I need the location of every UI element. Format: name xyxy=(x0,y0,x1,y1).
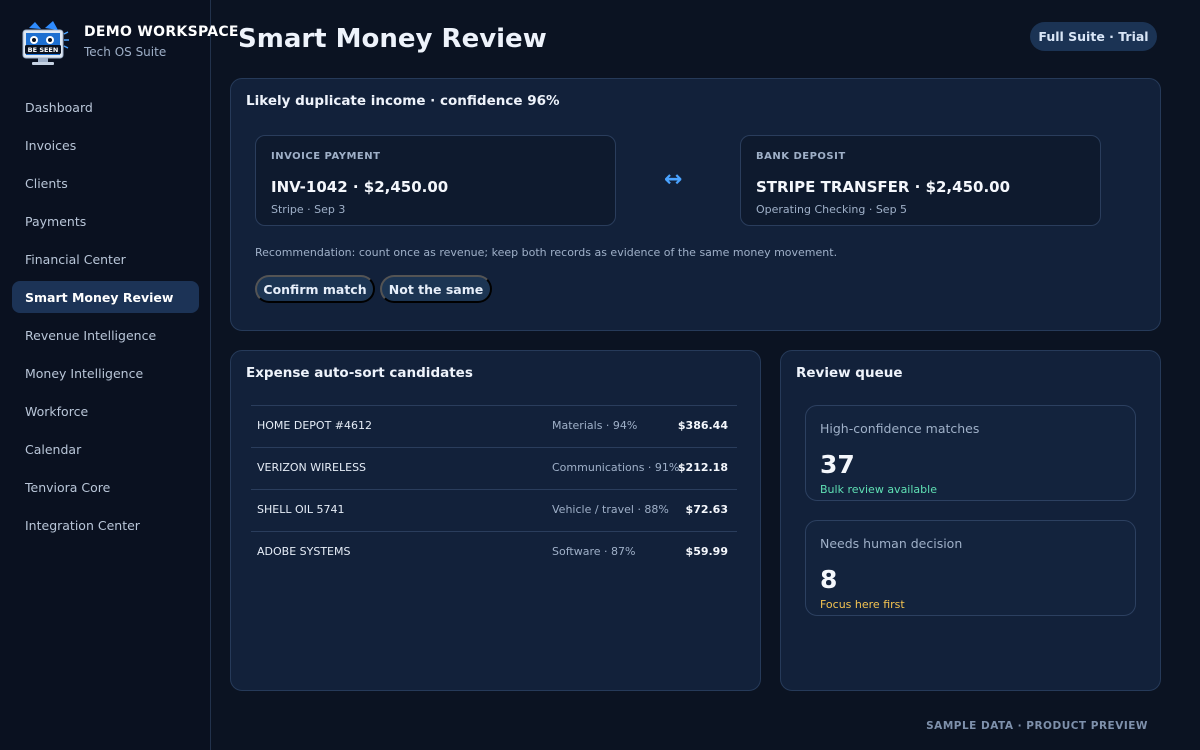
record-kind: BANK DEPOSIT xyxy=(756,151,846,162)
table-row[interactable]: ADOBE SYSTEMS Software · 87% $59.99 xyxy=(251,531,737,573)
table-row[interactable]: VERIZON WIRELESS Communications · 91% $2… xyxy=(251,447,737,489)
suggested-category: Software · 87% xyxy=(552,545,636,558)
sidebar-item-revenue-intelligence[interactable]: Revenue Intelligence xyxy=(12,319,199,351)
sidebar-item-integration-center[interactable]: Integration Center xyxy=(12,509,199,541)
merchant-name: VERIZON WIRELESS xyxy=(257,461,367,474)
record-kind: INVOICE PAYMENT xyxy=(271,151,381,162)
sidebar-item-workforce[interactable]: Workforce xyxy=(12,395,199,427)
sidebar-item-clients[interactable]: Clients xyxy=(12,167,199,199)
expense-table: HOME DEPOT #4612 Materials · 94% $386.44… xyxy=(251,405,737,573)
record-meta: Stripe · Sep 3 xyxy=(271,203,346,216)
table-row[interactable]: HOME DEPOT #4612 Materials · 94% $386.44 xyxy=(251,405,737,447)
workspace-name: DEMO WORKSPACE xyxy=(84,24,239,40)
not-the-same-button[interactable]: Not the same xyxy=(380,275,492,303)
record-meta: Operating Checking · Sep 5 xyxy=(756,203,908,216)
record-main: INV-1042 · $2,450.00 xyxy=(271,178,449,196)
stat-value: 8 xyxy=(820,565,838,594)
suggested-category: Vehicle / travel · 88% xyxy=(552,503,669,516)
brand-logo: BE SEEN xyxy=(22,21,69,65)
expense-amount: $59.99 xyxy=(685,545,728,558)
stat-note: Bulk review available xyxy=(820,483,937,496)
invoice-payment-record[interactable]: INVOICE PAYMENT INV-1042 · $2,450.00 Str… xyxy=(255,135,616,226)
sidebar-item-financial-center[interactable]: Financial Center xyxy=(12,243,199,275)
expense-autosort-card: Expense auto-sort candidates HOME DEPOT … xyxy=(230,350,761,691)
sample-data-notice: SAMPLE DATA · PRODUCT PREVIEW xyxy=(926,720,1148,732)
expense-card-title: Expense auto-sort candidates xyxy=(246,365,473,381)
high-confidence-matches-stat[interactable]: High-confidence matches 37 Bulk review a… xyxy=(805,405,1136,501)
sidebar-item-tenviora-core[interactable]: Tenviora Core xyxy=(12,471,199,503)
workspace-subtitle: Tech OS Suite xyxy=(84,45,167,59)
brand-logo-text: BE SEEN xyxy=(28,46,59,54)
duplicate-card-title: Likely duplicate income · confidence 96% xyxy=(246,93,560,109)
stat-note: Focus here first xyxy=(820,598,905,611)
sidebar: BE SEEN DEMO WORKSPACE Tech OS Suite Das… xyxy=(0,0,238,750)
expense-amount: $72.63 xyxy=(685,503,728,516)
review-queue-card: Review queue High-confidence matches 37 … xyxy=(780,350,1161,691)
sidebar-item-calendar[interactable]: Calendar xyxy=(12,433,199,465)
bank-deposit-record[interactable]: BANK DEPOSIT STRIPE TRANSFER · $2,450.00… xyxy=(740,135,1101,226)
expense-amount: $386.44 xyxy=(677,419,728,432)
expense-amount: $212.18 xyxy=(677,461,728,474)
review-queue-title: Review queue xyxy=(796,365,903,381)
merchant-name: SHELL OIL 5741 xyxy=(257,503,345,516)
stat-value: 37 xyxy=(820,450,855,479)
sidebar-item-dashboard[interactable]: Dashboard xyxy=(12,91,199,123)
stat-label: Needs human decision xyxy=(820,536,963,551)
suggested-category: Materials · 94% xyxy=(552,419,638,432)
table-row[interactable]: SHELL OIL 5741 Vehicle / travel · 88% $7… xyxy=(251,489,737,531)
record-main: STRIPE TRANSFER · $2,450.00 xyxy=(756,178,1011,196)
duplicate-income-card: Likely duplicate income · confidence 96%… xyxy=(230,78,1161,331)
brand[interactable]: BE SEEN DEMO WORKSPACE Tech OS Suite xyxy=(20,20,238,68)
link-arrows-icon: ↔ xyxy=(664,167,683,192)
suggested-category: Communications · 91% xyxy=(552,461,680,474)
confirm-match-button[interactable]: Confirm match xyxy=(255,275,375,303)
sidebar-item-money-intelligence[interactable]: Money Intelligence xyxy=(12,357,199,389)
plan-badge[interactable]: Full Suite · Trial xyxy=(1030,22,1157,51)
sidebar-item-smart-money-review[interactable]: Smart Money Review xyxy=(12,281,199,313)
sidebar-nav: Dashboard Invoices Clients Payments Fina… xyxy=(12,91,199,547)
recommendation-text: Recommendation: count once as revenue; k… xyxy=(255,246,838,259)
page-title: Smart Money Review xyxy=(238,24,547,54)
merchant-name: ADOBE SYSTEMS xyxy=(257,545,351,558)
sidebar-item-payments[interactable]: Payments xyxy=(12,205,199,237)
sidebar-item-invoices[interactable]: Invoices xyxy=(12,129,199,161)
needs-human-decision-stat[interactable]: Needs human decision 8 Focus here first xyxy=(805,520,1136,616)
stat-label: High-confidence matches xyxy=(820,421,980,436)
merchant-name: HOME DEPOT #4612 xyxy=(257,419,373,432)
